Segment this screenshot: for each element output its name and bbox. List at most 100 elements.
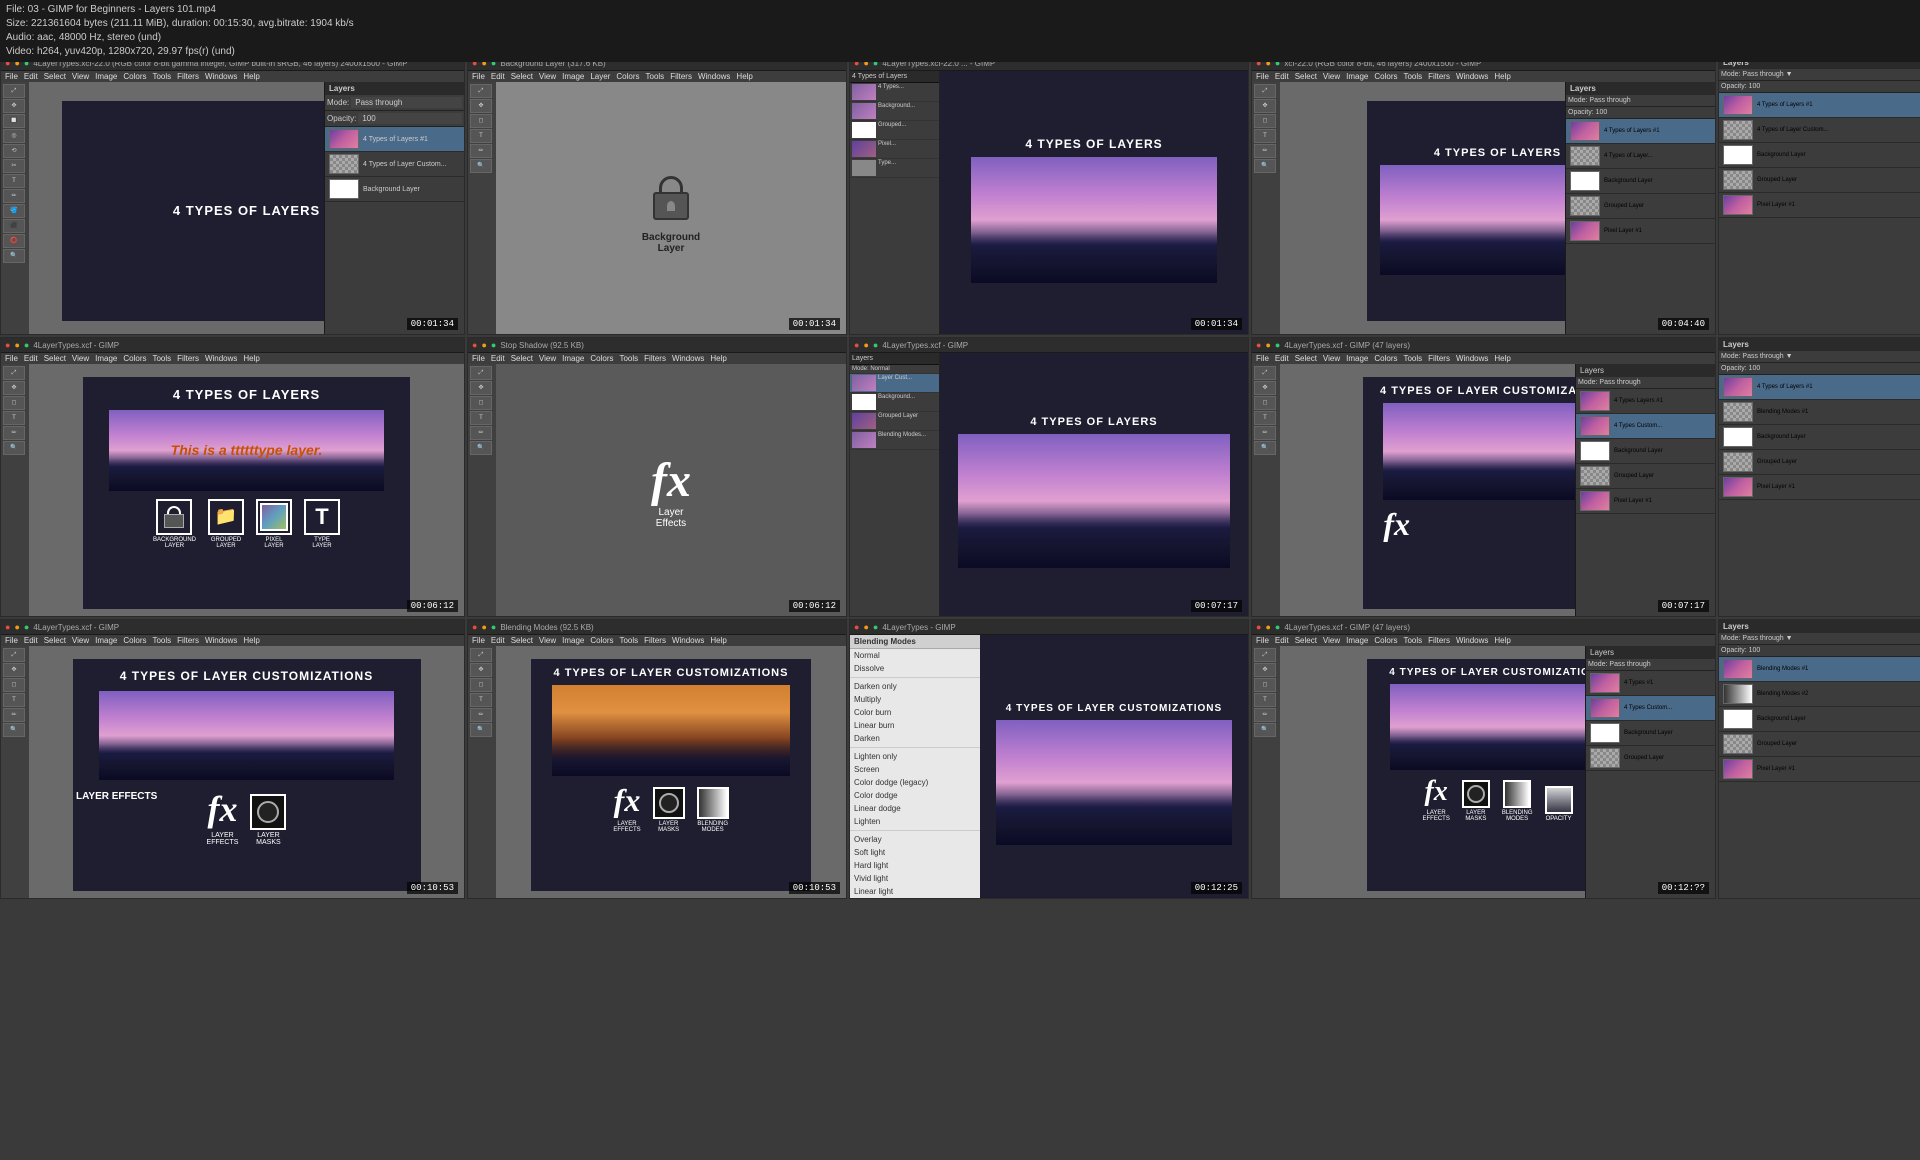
layer-item-4a[interactable]: 4 Types of Layers #1 — [1566, 119, 1715, 144]
layer-item-8c[interactable]: Background Layer — [1576, 439, 1715, 464]
layer-item-far3-d[interactable]: Grouped Layer — [1719, 732, 1920, 757]
layer-item-12c[interactable]: Background Layer — [1586, 721, 1715, 746]
tool-btn[interactable]: T — [470, 693, 492, 707]
tool-btn[interactable]: 🔲 — [3, 114, 25, 128]
layer-item-8a[interactable]: 4 Types Layers #1 — [1576, 389, 1715, 414]
close-btn-9[interactable]: ● — [5, 622, 10, 632]
layer-item-far3-e[interactable]: Pixel Layer #1 — [1719, 757, 1920, 782]
tool-btn[interactable]: ✥ — [470, 663, 492, 677]
layer-item-4b[interactable]: 4 Types of Layer... — [1566, 144, 1715, 169]
close-btn-11[interactable]: ● — [854, 622, 859, 632]
layer-item-far-c[interactable]: Background Layer — [1719, 143, 1920, 168]
min-btn-9[interactable]: ● — [14, 622, 19, 632]
layer-item-4c[interactable]: Background Layer — [1566, 169, 1715, 194]
blend-mode-lineardodge[interactable]: Linear dodge — [850, 802, 980, 815]
layer-item-far2-a[interactable]: 4 Types of Layers #1 — [1719, 375, 1920, 400]
tool-btn[interactable]: T — [470, 129, 492, 143]
max-btn-8[interactable]: ● — [1275, 340, 1280, 350]
tool-btn[interactable]: ✏ — [470, 708, 492, 722]
tool-btn[interactable]: ✥ — [3, 99, 25, 113]
max-btn-9[interactable]: ● — [24, 622, 29, 632]
tool-btn[interactable]: 🔍 — [1254, 159, 1276, 173]
tool-btn[interactable]: 🔍 — [3, 723, 25, 737]
tool-btn[interactable]: ◻ — [1254, 678, 1276, 692]
layer-item-far-b[interactable]: 4 Types of Layer Custom... — [1719, 118, 1920, 143]
layer-item-8b[interactable]: 4 Types Custom... — [1576, 414, 1715, 439]
tool-btn[interactable]: ⬛ — [3, 219, 25, 233]
layer-item-12b[interactable]: 4 Types Custom... — [1586, 696, 1715, 721]
blend-mode-dissolve[interactable]: Dissolve — [850, 662, 980, 675]
tool-btn[interactable]: ⤢ — [470, 648, 492, 662]
tool-btn[interactable]: ◻ — [470, 678, 492, 692]
tool-btn[interactable]: T — [3, 693, 25, 707]
blend-mode-normal[interactable]: Normal — [850, 649, 980, 662]
blend-mode-darken[interactable]: Darken only — [850, 680, 980, 693]
tool-btn[interactable]: ✏ — [3, 426, 25, 440]
layer-item-far3-c[interactable]: Background Layer — [1719, 707, 1920, 732]
max-btn-12[interactable]: ● — [1275, 622, 1280, 632]
blend-mode-linearburn[interactable]: Linear burn — [850, 719, 980, 732]
blend-mode-overlay[interactable]: Overlay — [850, 833, 980, 846]
layer-item-12d[interactable]: Grouped Layer — [1586, 746, 1715, 771]
blend-mode-darken2[interactable]: Darken — [850, 732, 980, 745]
tool-btn[interactable]: T — [1254, 411, 1276, 425]
tool-btn[interactable]: T — [1254, 693, 1276, 707]
tool-btn[interactable]: ✥ — [1254, 663, 1276, 677]
tool-btn[interactable]: ✥ — [1254, 381, 1276, 395]
blend-mode-colordodge[interactable]: Color dodge — [850, 789, 980, 802]
tool-btn[interactable]: ◎ — [3, 129, 25, 143]
tool-btn[interactable]: 🔍 — [470, 159, 492, 173]
layer-item-8d[interactable]: Grouped Layer — [1576, 464, 1715, 489]
tool-btn[interactable]: 🔍 — [3, 441, 25, 455]
tool-btn[interactable]: T — [3, 174, 25, 188]
tool-btn[interactable]: ✏ — [3, 708, 25, 722]
tool-btn[interactable]: ✥ — [3, 381, 25, 395]
blend-mode-pin[interactable]: Pin light — [850, 898, 980, 899]
tool-btn[interactable]: ⤢ — [3, 366, 25, 380]
layer-item-far3-a[interactable]: Blending Modes #1 — [1719, 657, 1920, 682]
layer-item[interactable]: Background Layer — [325, 177, 464, 202]
layer-item-12a[interactable]: 4 Types #1 — [1586, 671, 1715, 696]
layer-item-far-e[interactable]: Pixel Layer #1 — [1719, 193, 1920, 218]
tool-btn[interactable]: ⟲ — [3, 144, 25, 158]
blend-mode-multiply[interactable]: Multiply — [850, 693, 980, 706]
layer-item-far-a[interactable]: 4 Types of Layers #1 — [1719, 93, 1920, 118]
tool-btn[interactable]: ◻ — [1254, 114, 1276, 128]
tool-btn[interactable]: 🔍 — [3, 249, 25, 263]
tool-btn[interactable]: 🪣 — [3, 204, 25, 218]
tool-btn[interactable]: ⤢ — [3, 84, 25, 98]
tool-btn[interactable]: ✏ — [1254, 708, 1276, 722]
close-btn-5[interactable]: ● — [5, 340, 10, 350]
close-btn-6[interactable]: ● — [472, 340, 477, 350]
close-btn-12[interactable]: ● — [1256, 622, 1261, 632]
tool-btn[interactable]: 🔍 — [470, 723, 492, 737]
max-btn-11[interactable]: ● — [873, 622, 878, 632]
tool-btn[interactable]: ◻ — [470, 396, 492, 410]
tool-btn[interactable]: ✏ — [470, 426, 492, 440]
blend-mode-lighten2[interactable]: Lighten — [850, 815, 980, 828]
tool-btn[interactable]: T — [470, 411, 492, 425]
max-btn-7[interactable]: ● — [873, 340, 878, 350]
layer-item-far2-b[interactable]: Blending Modes #1 — [1719, 400, 1920, 425]
tool-btn[interactable]: ✏ — [1254, 144, 1276, 158]
tool-btn[interactable]: ⤢ — [470, 84, 492, 98]
blend-mode-lighten[interactable]: Lighten only — [850, 750, 980, 763]
tool-btn[interactable]: T — [3, 411, 25, 425]
tool-btn[interactable]: ✂ — [3, 159, 25, 173]
max-btn-6[interactable]: ● — [491, 340, 496, 350]
blend-modes-list[interactable]: Blending Modes Normal Dissolve Darken on… — [850, 635, 980, 899]
max-btn-10[interactable]: ● — [491, 622, 496, 632]
blend-mode-screen[interactable]: Screen — [850, 763, 980, 776]
layer-item-far-d[interactable]: Grouped Layer — [1719, 168, 1920, 193]
tool-btn[interactable]: ✥ — [470, 99, 492, 113]
tool-btn[interactable]: ✥ — [3, 663, 25, 677]
tool-btn[interactable]: ✏ — [3, 189, 25, 203]
close-btn-7[interactable]: ● — [854, 340, 859, 350]
tool-btn[interactable]: 🔍 — [470, 441, 492, 455]
tool-btn[interactable]: ⤢ — [1254, 648, 1276, 662]
tool-btn[interactable]: 🔍 — [1254, 723, 1276, 737]
blend-mode-hard[interactable]: Hard light — [850, 859, 980, 872]
tool-btn[interactable]: ⤢ — [470, 366, 492, 380]
tool-btn[interactable]: ◻ — [3, 396, 25, 410]
tool-btn[interactable]: ◻ — [470, 114, 492, 128]
